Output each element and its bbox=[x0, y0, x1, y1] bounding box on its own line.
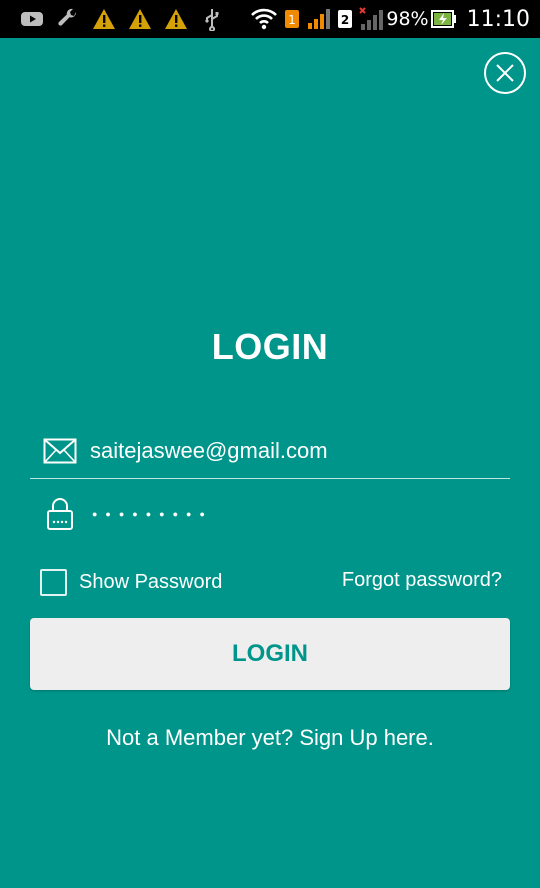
sim1-badge: 1 bbox=[280, 0, 304, 38]
warning-icon bbox=[158, 0, 194, 38]
email-field[interactable] bbox=[30, 423, 510, 479]
wifi-icon bbox=[248, 0, 280, 38]
sim2-badge: 2 bbox=[334, 0, 356, 38]
password-input[interactable]: ●●●●●●●●● bbox=[90, 494, 213, 534]
youtube-icon bbox=[14, 0, 50, 38]
password-field[interactable]: ●●●●●●●●● bbox=[30, 486, 510, 542]
battery-percent: 98% bbox=[386, 8, 429, 30]
system-status: 1 2 98% 11:10 bbox=[248, 0, 530, 38]
wrench-icon bbox=[50, 0, 86, 38]
show-password-checkbox[interactable] bbox=[40, 568, 67, 596]
notification-icons bbox=[0, 0, 230, 38]
status-bar: 1 2 98% 11:10 bbox=[0, 0, 540, 38]
show-password-label: Show Password bbox=[79, 570, 223, 593]
close-icon bbox=[496, 64, 514, 82]
signup-link[interactable]: Not a Member yet? Sign Up here. bbox=[0, 725, 540, 751]
usb-icon bbox=[194, 0, 230, 38]
forgot-password-link[interactable]: Forgot password? bbox=[342, 569, 502, 592]
warning-icon bbox=[122, 0, 158, 38]
email-input[interactable] bbox=[90, 430, 490, 471]
login-button[interactable]: LOGIN bbox=[30, 618, 510, 690]
lock-icon bbox=[30, 497, 90, 531]
svg-text:2: 2 bbox=[341, 13, 349, 27]
close-button[interactable] bbox=[484, 52, 526, 94]
envelope-icon bbox=[30, 438, 90, 464]
svg-text:1: 1 bbox=[289, 13, 297, 27]
clock: 11:10 bbox=[466, 6, 530, 32]
battery-charging-icon bbox=[429, 0, 459, 38]
signal-icon bbox=[304, 0, 334, 38]
page-title: LOGIN bbox=[211, 326, 329, 367]
show-password-toggle[interactable]: Show Password bbox=[40, 567, 222, 597]
warning-icon bbox=[86, 0, 122, 38]
signal-icon bbox=[356, 0, 386, 38]
